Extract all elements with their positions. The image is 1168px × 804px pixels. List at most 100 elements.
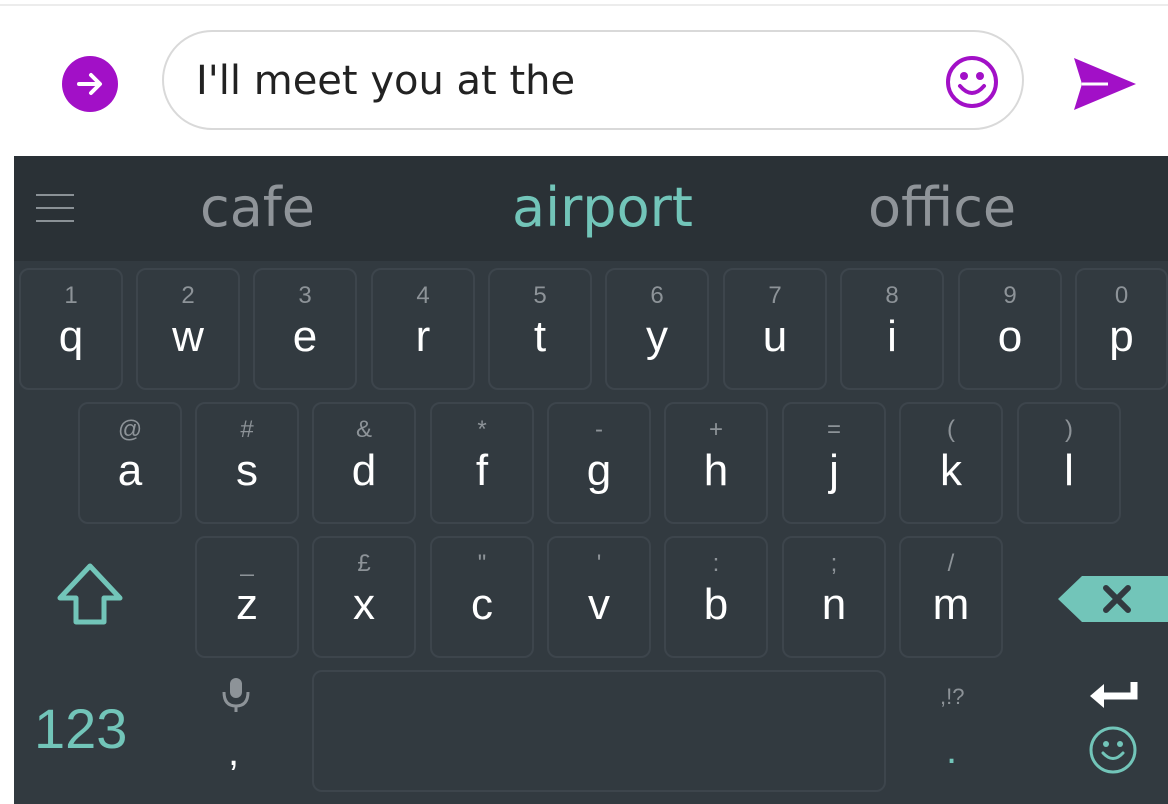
keyboard: cafe airport office 1q 2w 3e 4r 5t 6y 7u…: [14, 156, 1168, 804]
enter-emoji-key[interactable]: [1084, 678, 1142, 778]
key-i[interactable]: 8i: [840, 268, 944, 390]
key-char: o: [997, 312, 1023, 361]
key-hint: ): [1065, 416, 1073, 443]
key-z[interactable]: _ z: [195, 536, 299, 658]
arrow-right-circle-icon: [77, 73, 102, 95]
backspace-icon: [1058, 576, 1168, 622]
key-char: c: [471, 580, 493, 629]
key-f[interactable]: * f: [430, 402, 534, 524]
message-input[interactable]: I'll meet you at the: [162, 30, 1024, 130]
key-hint: 5: [533, 282, 547, 309]
key-b[interactable]: :b: [664, 536, 768, 658]
key-hint: @: [117, 416, 143, 443]
send-button[interactable]: [1068, 52, 1140, 116]
key-hint: &: [355, 416, 372, 443]
key-char: w: [172, 312, 204, 361]
key-hint: 3: [298, 282, 312, 309]
key-g[interactable]: -g: [547, 402, 651, 524]
key-l[interactable]: ) l: [1017, 402, 1121, 524]
key-s[interactable]: # s: [195, 402, 299, 524]
key-char: i: [887, 312, 897, 361]
key-r[interactable]: 4r: [371, 268, 475, 390]
key-hint: ;: [830, 550, 838, 577]
key-c[interactable]: " c: [430, 536, 534, 658]
key-x[interactable]: £ x: [312, 536, 416, 658]
suggestion-bar: cafe airport office: [14, 156, 1168, 261]
key-v[interactable]: ' v: [547, 536, 651, 658]
key-hint: 9: [1003, 282, 1017, 309]
smiley-icon: [1089, 726, 1137, 774]
backspace-key[interactable]: [1058, 576, 1168, 622]
key-hint: /: [947, 550, 955, 577]
emoji-button[interactable]: [944, 54, 1000, 110]
key-char: p: [1109, 312, 1134, 361]
key-char: e: [292, 312, 318, 361]
key-char: v: [588, 580, 610, 629]
key-char: q: [58, 312, 84, 361]
key-hint: 4: [416, 282, 430, 309]
key-hint: 0: [1114, 282, 1129, 309]
compose-bar: I'll meet you at the: [0, 6, 1168, 156]
key-hint: _: [240, 550, 254, 577]
key-hint: (: [947, 416, 955, 443]
key-p[interactable]: 0p: [1075, 268, 1168, 390]
key-char: f: [475, 446, 489, 495]
key-hint: :: [712, 550, 720, 577]
key-u[interactable]: 7u: [723, 268, 827, 390]
enter-icon: [1090, 682, 1138, 708]
key-t[interactable]: 5t: [488, 268, 592, 390]
suggestion-office[interactable]: office: [868, 176, 1016, 239]
key-h[interactable]: + h: [664, 402, 768, 524]
key-q[interactable]: 1q: [19, 268, 123, 390]
key-hint: £: [357, 550, 371, 577]
key-char: r: [415, 312, 431, 361]
suggestion-cafe[interactable]: cafe: [200, 176, 315, 239]
shift-key[interactable]: [44, 548, 136, 638]
key-hint: 2: [181, 282, 195, 309]
mic-icon: [222, 678, 250, 712]
key-hint: ": [477, 550, 487, 577]
suggestion-airport[interactable]: airport: [512, 176, 693, 239]
comma-mic-key[interactable]: ,: [214, 676, 258, 776]
period-label: .: [946, 728, 958, 772]
key-hint: 7: [768, 282, 782, 309]
key-char: k: [940, 446, 962, 495]
key-char: t: [533, 312, 547, 361]
key-d[interactable]: & d: [312, 402, 416, 524]
key-j[interactable]: = j: [782, 402, 886, 524]
key-hint: #: [240, 416, 254, 443]
key-char: b: [703, 580, 729, 629]
key-char: h: [703, 446, 729, 495]
key-hint: 6: [650, 282, 664, 309]
punctuation-key[interactable]: ,!? .: [930, 676, 994, 776]
punctuation-hint: ,!?: [940, 684, 965, 709]
smiley-icon: [946, 56, 998, 108]
key-char: m: [932, 580, 970, 629]
key-o[interactable]: 9o: [958, 268, 1062, 390]
key-y[interactable]: 6y: [605, 268, 709, 390]
key-hint: 8: [885, 282, 899, 309]
menu-icon[interactable]: [36, 194, 74, 226]
key-hint: *: [477, 416, 487, 443]
key-char: g: [586, 446, 612, 495]
key-hint: ': [596, 550, 602, 577]
key-n[interactable]: ; n: [782, 536, 886, 658]
key-k[interactable]: (k: [899, 402, 1003, 524]
numbers-key[interactable]: 123: [34, 696, 127, 761]
key-w[interactable]: 2w: [136, 268, 240, 390]
message-text: I'll meet you at the: [196, 58, 576, 104]
comma-label: ,: [228, 730, 240, 774]
space-key[interactable]: [312, 670, 886, 792]
key-hint: -: [595, 416, 603, 443]
key-hint: +: [708, 416, 723, 443]
key-a[interactable]: @ a: [78, 402, 182, 524]
key-e[interactable]: 3e: [253, 268, 357, 390]
shift-icon: [57, 563, 123, 625]
key-m[interactable]: / m: [899, 536, 1003, 658]
key-char: x: [353, 580, 375, 629]
key-char: u: [762, 312, 788, 361]
key-char: d: [351, 446, 377, 495]
attach-button[interactable]: [62, 56, 118, 112]
key-char: s: [236, 446, 258, 495]
key-char: j: [829, 446, 839, 495]
